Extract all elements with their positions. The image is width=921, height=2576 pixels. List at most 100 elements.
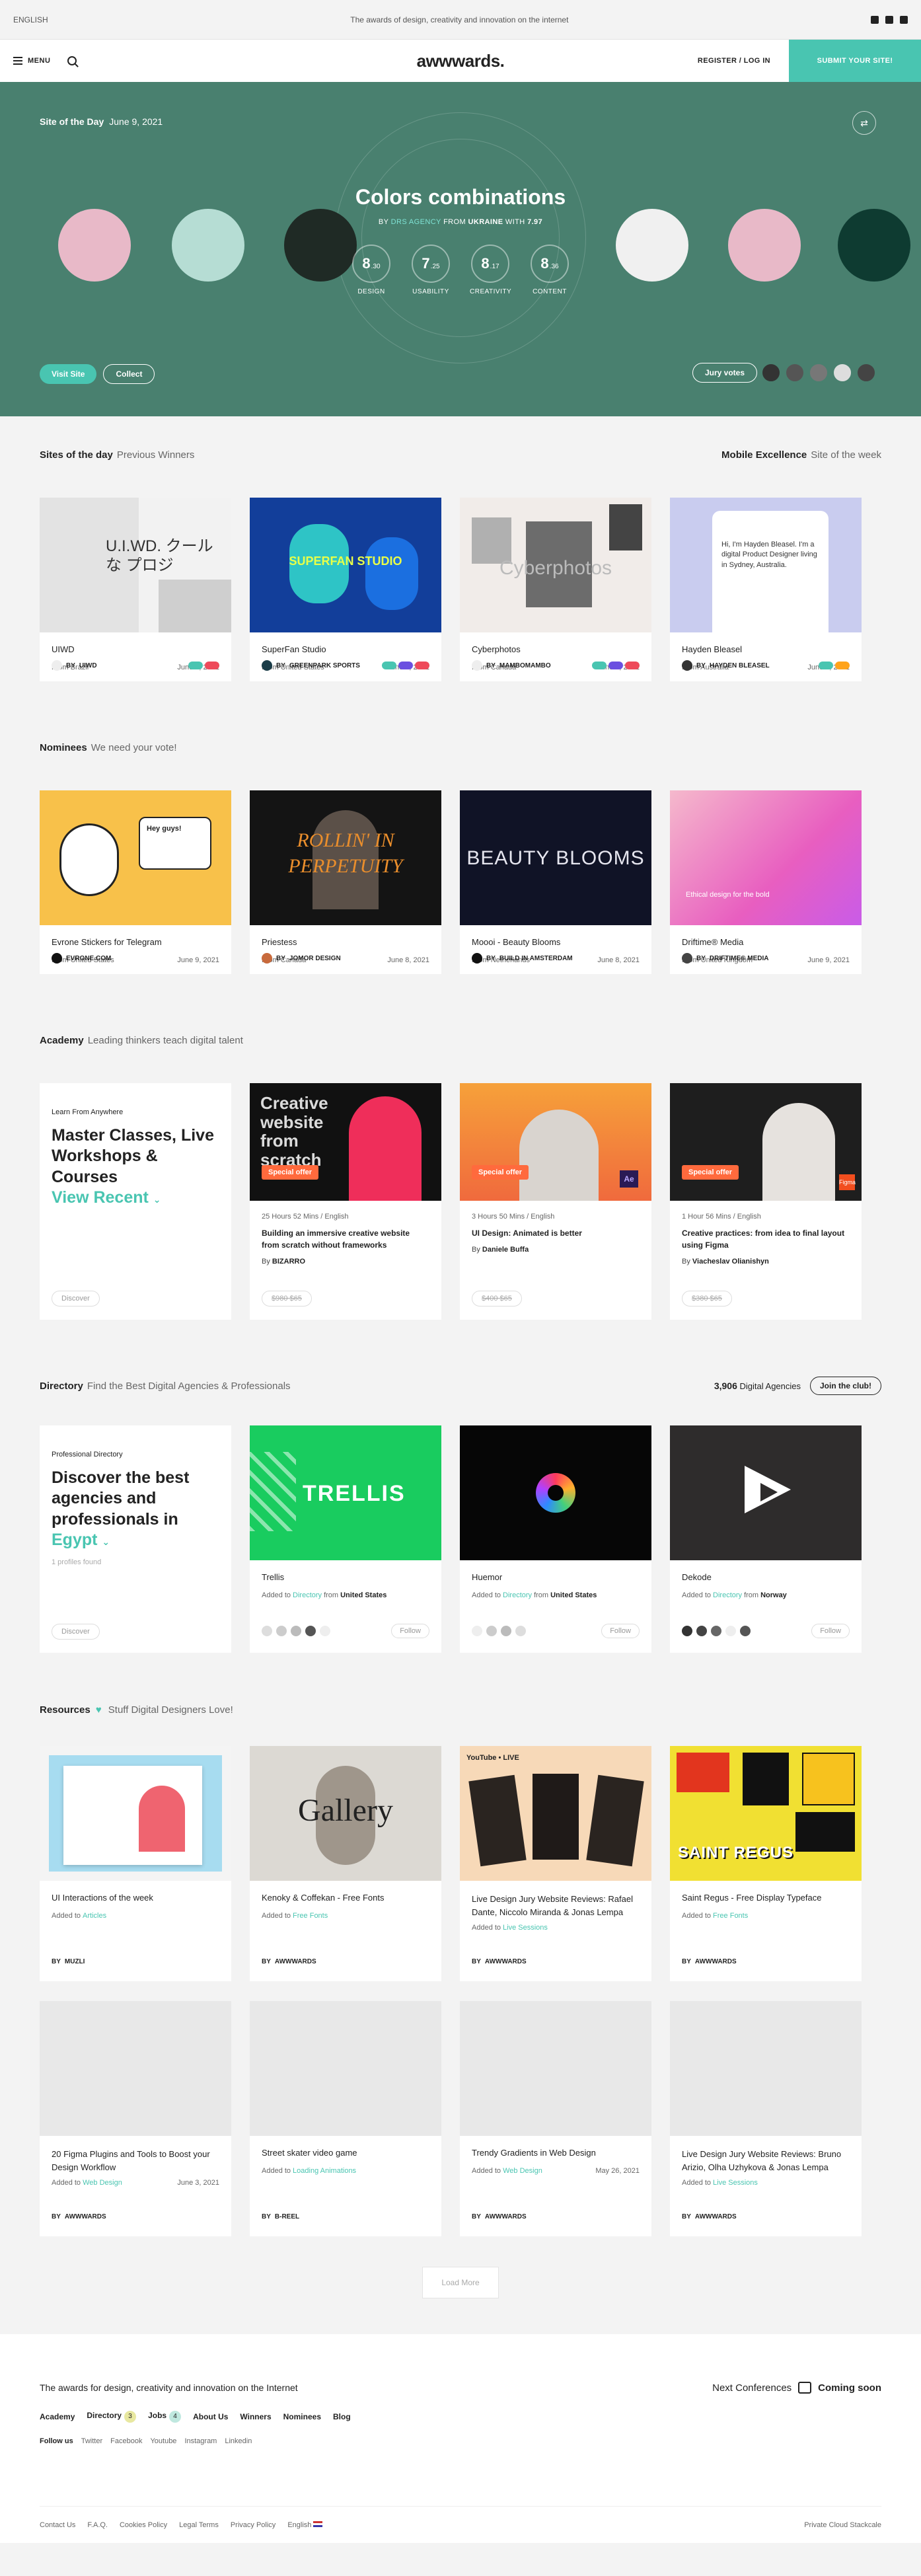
privacy-link[interactable]: Privacy Policy: [231, 2521, 276, 2529]
site-card[interactable]: Cyberphotos CyberphotosFrom CanadaJune 6…: [460, 498, 651, 681]
visit-site-button[interactable]: Visit Site: [40, 364, 97, 384]
author-name[interactable]: MUZLI: [65, 1958, 85, 1965]
footer-link-winners[interactable]: Winners: [240, 2412, 271, 2421]
site-thumbnail[interactable]: ROLLIN' IN PERPETUITY: [250, 790, 441, 925]
site-thumbnail[interactable]: Cyberphotos: [460, 498, 651, 632]
site-card[interactable]: U.I.WD. クールな プロジ UIWDFrom BrazilJune 8, …: [40, 498, 231, 681]
next-conferences[interactable]: Next Conferences Coming soon: [712, 2382, 881, 2394]
resource-title[interactable]: Street skater video game: [262, 2148, 429, 2158]
author-name[interactable]: AWWWARDS: [695, 1958, 737, 1965]
country-selector[interactable]: Egypt ⌄: [52, 1530, 219, 1550]
site-thumbnail[interactable]: U.I.WD. クールな プロジ: [40, 498, 231, 632]
course-title[interactable]: Creative practices: from idea to final l…: [682, 1227, 850, 1251]
language-selector[interactable]: ENGLISH: [13, 15, 48, 24]
cookies-link[interactable]: Cookies Policy: [120, 2521, 167, 2529]
agency-name[interactable]: Trellis: [262, 1572, 429, 1582]
resource-title[interactable]: Kenoky & Coffekan - Free Fonts: [262, 1893, 429, 1903]
collect-button[interactable]: Collect: [103, 364, 155, 384]
agency-name[interactable]: Huemor: [472, 1572, 640, 1582]
facebook-icon[interactable]: [899, 15, 908, 24]
directory-link[interactable]: Directory: [713, 1591, 742, 1599]
author-name[interactable]: AWWWARDS: [275, 1958, 316, 1965]
author-name[interactable]: UIWD: [79, 662, 97, 669]
contact-link[interactable]: Contact Us: [40, 2521, 75, 2529]
instagram-icon[interactable]: [870, 15, 879, 24]
resource-thumbnail[interactable]: [460, 2001, 651, 2136]
avatar[interactable]: [832, 363, 852, 383]
avatar[interactable]: [785, 363, 805, 383]
author-name[interactable]: EVRONE.COM: [66, 955, 111, 962]
resource-card[interactable]: YouTube • LIVE Live Design Jury Website …: [460, 1746, 651, 1981]
footer-link-about[interactable]: About Us: [193, 2412, 228, 2421]
footer-credit[interactable]: Private Cloud Stackcale: [804, 2521, 881, 2529]
footer-link-jobs[interactable]: Jobs 4: [148, 2411, 182, 2423]
site-card[interactable]: Hi, I'm Hayden Bleasel. I'm a digital Pr…: [670, 498, 862, 681]
site-thumbnail[interactable]: Hey guys!: [40, 790, 231, 925]
site-name[interactable]: Cyberphotos: [472, 644, 640, 654]
site-name[interactable]: Priestess: [262, 937, 429, 947]
youtube-link[interactable]: Youtube: [150, 2437, 176, 2445]
load-more-button[interactable]: Load More: [422, 2267, 499, 2298]
course-thumbnail[interactable]: Figma Special offer: [670, 1083, 862, 1201]
sotd-site-title[interactable]: Colors combinations: [0, 185, 921, 209]
author-name[interactable]: AWWWARDS: [695, 2213, 737, 2220]
resource-title[interactable]: UI Interactions of the week: [52, 1893, 219, 1903]
legal-link[interactable]: Legal Terms: [179, 2521, 219, 2529]
agency-link[interactable]: DRS AGENCY: [391, 218, 441, 226]
agency-thumbnail[interactable]: TRELLIS: [250, 1425, 441, 1560]
site-thumbnail[interactable]: BEAUTY BLOOMS: [460, 790, 651, 925]
agency-card[interactable]: Dekode Added to Directory from Norway Follow: [670, 1425, 862, 1653]
category-link[interactable]: Loading Animations: [293, 2167, 356, 2175]
resource-thumbnail[interactable]: YouTube • LIVE: [460, 1746, 651, 1881]
resource-title[interactable]: Live Design Jury Website Reviews: Bruno …: [682, 2148, 850, 2174]
site-thumbnail[interactable]: SUPERFAN STUDIO: [250, 498, 441, 632]
category-link[interactable]: Articles: [83, 1912, 106, 1920]
submit-site-button[interactable]: SUBMIT YOUR SITE!: [789, 40, 921, 82]
nominee-card[interactable]: ROLLIN' IN PERPETUITY Priestess From Cana…: [250, 790, 441, 974]
category-link[interactable]: Free Fonts: [293, 1912, 328, 1920]
share-button[interactable]: ⇄: [852, 111, 876, 135]
footer-link-directory[interactable]: Directory 3: [87, 2411, 137, 2423]
faq-link[interactable]: F.A.Q.: [87, 2521, 108, 2529]
discover-button[interactable]: Discover: [52, 1624, 100, 1640]
site-card[interactable]: SUPERFAN STUDIO SuperFan Studio From Unit…: [250, 498, 441, 681]
resource-title[interactable]: Saint Regus - Free Display Typeface: [682, 1893, 850, 1903]
resource-thumbnail[interactable]: Gallery: [250, 1746, 441, 1881]
author-name[interactable]: MAMBOMAMBO: [499, 662, 551, 669]
resource-thumbnail[interactable]: SAINT REGUS: [670, 1746, 862, 1881]
linkedin-link[interactable]: Linkedin: [225, 2437, 252, 2445]
avatar[interactable]: [761, 363, 781, 383]
author-name[interactable]: JOMOR DESIGN: [289, 955, 341, 962]
resource-card[interactable]: SAINT REGUS Saint Regus - Free Display T…: [670, 1746, 862, 1981]
course-author[interactable]: Viacheslav Olianishyn: [692, 1258, 769, 1266]
join-club-button[interactable]: Join the club!: [810, 1377, 881, 1395]
follow-button[interactable]: Follow: [601, 1624, 640, 1638]
avatar[interactable]: [809, 363, 829, 383]
resource-card[interactable]: Live Design Jury Website Reviews: Bruno …: [670, 2001, 862, 2236]
avatar[interactable]: [856, 363, 876, 383]
course-author[interactable]: Daniele Buffa: [482, 1246, 529, 1254]
resource-thumbnail[interactable]: [670, 2001, 862, 2136]
resource-card[interactable]: Gallery Kenoky & Coffekan - Free Fonts Ad…: [250, 1746, 441, 1981]
view-recent-link[interactable]: View Recent ⌄: [52, 1188, 219, 1208]
agency-thumbnail[interactable]: [460, 1425, 651, 1560]
course-thumbnail[interactable]: Creative website from scratch Special of…: [250, 1083, 441, 1201]
author-name[interactable]: GREENPARK SPORTS: [289, 662, 360, 669]
agency-card[interactable]: TRELLIS Trellis Added to Directory from Unit…: [250, 1425, 441, 1653]
course-card[interactable]: Figma Special offer 1 Hour 56 Mins / Eng…: [670, 1083, 862, 1320]
language-link[interactable]: English: [287, 2520, 323, 2529]
category-link[interactable]: Live Sessions: [503, 1924, 548, 1932]
discover-button[interactable]: Discover: [52, 1291, 100, 1307]
site-name[interactable]: UIWD: [52, 644, 219, 654]
resource-thumbnail[interactable]: [250, 2001, 441, 2136]
site-name[interactable]: Evrone Stickers for Telegram: [52, 937, 219, 947]
resource-thumbnail[interactable]: [40, 1746, 231, 1881]
site-thumbnail[interactable]: Hi, I'm Hayden Bleasel. I'm a digital Pr…: [670, 498, 862, 632]
menu-button[interactable]: MENU: [13, 57, 50, 65]
author-name[interactable]: AWWWARDS: [65, 2213, 106, 2220]
course-title[interactable]: Building an immersive creative website f…: [262, 1227, 429, 1251]
resource-title[interactable]: Live Design Jury Website Reviews: Rafael…: [472, 1893, 640, 1918]
footer-link-blog[interactable]: Blog: [333, 2412, 351, 2421]
site-name[interactable]: Hayden Bleasel: [682, 644, 850, 654]
category-link[interactable]: Live Sessions: [713, 2179, 758, 2187]
